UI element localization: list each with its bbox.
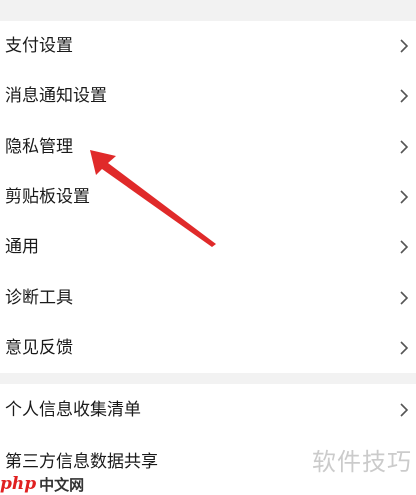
settings-item-label: 诊断工具 [5, 287, 73, 308]
settings-item-label: 通用 [5, 237, 39, 258]
settings-item-label: 个人信息收集清单 [5, 400, 141, 420]
settings-item-label: 隐私管理 [5, 136, 73, 157]
chevron-right-icon [398, 340, 410, 356]
chevron-right-icon [398, 290, 410, 306]
php-logo-text: php [0, 474, 37, 494]
chevron-right-icon [398, 239, 410, 255]
settings-item-privacy[interactable]: 隐私管理 [0, 122, 416, 172]
top-spacer [0, 0, 416, 21]
site-name-text: 中文网 [39, 475, 85, 494]
settings-group-primary: 支付设置 消息通知设置 隐私管理 剪贴板设置 通用 诊断工具 意见反馈 [0, 21, 416, 373]
settings-item-label: 剪贴板设置 [5, 187, 90, 208]
settings-item-diagnostics[interactable]: 诊断工具 [0, 272, 416, 322]
settings-item-label: 消息通知设置 [5, 86, 107, 107]
settings-item-label: 第三方信息数据共享 [5, 452, 158, 472]
watermark-text: 软件技巧 [312, 448, 412, 476]
chevron-right-icon [398, 402, 410, 418]
settings-item-label: 支付设置 [5, 36, 73, 57]
settings-item-general[interactable]: 通用 [0, 222, 416, 272]
site-watermark-logo: php 中文网 [0, 473, 84, 495]
settings-item-label: 意见反馈 [5, 337, 73, 358]
settings-item-personal-info-list[interactable]: 个人信息收集清单 [0, 384, 416, 436]
chevron-right-icon [398, 38, 410, 54]
settings-item-feedback[interactable]: 意见反馈 [0, 323, 416, 373]
chevron-right-icon [398, 88, 410, 104]
settings-item-payment[interactable]: 支付设置 [0, 21, 416, 71]
settings-item-notifications[interactable]: 消息通知设置 [0, 71, 416, 121]
settings-item-clipboard[interactable]: 剪贴板设置 [0, 172, 416, 222]
chevron-right-icon [398, 139, 410, 155]
chevron-right-icon [398, 189, 410, 205]
